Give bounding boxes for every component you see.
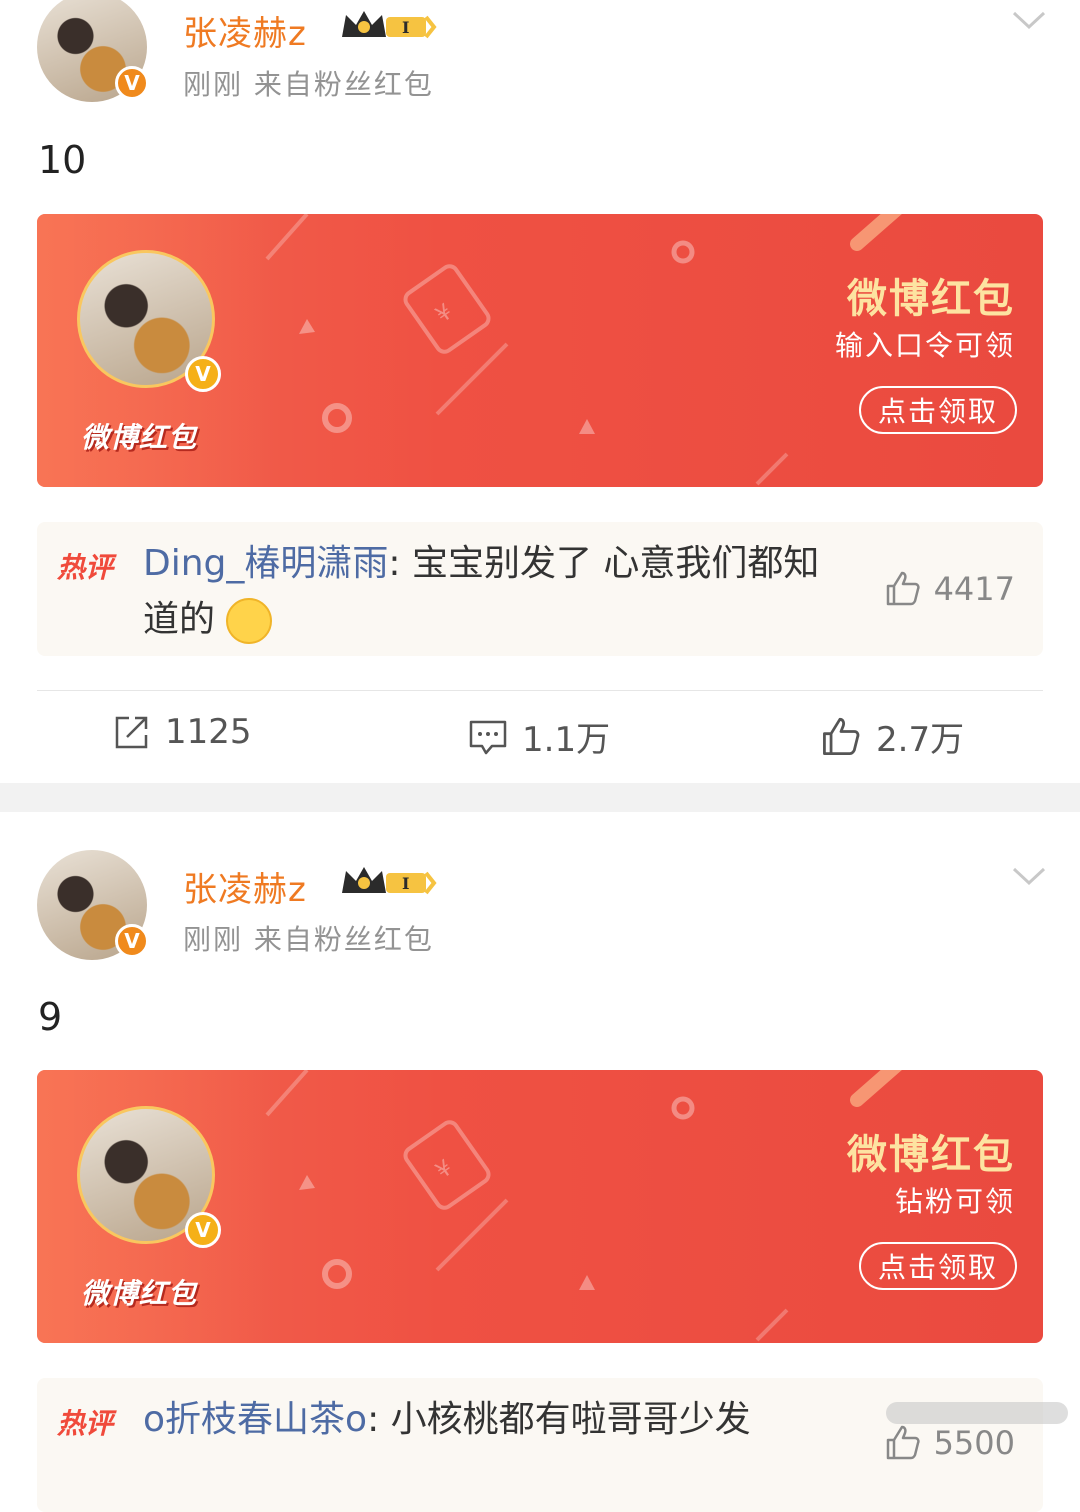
post-text: 9: [38, 995, 63, 1039]
hot-comment-tag: 热评: [57, 1407, 114, 1440]
card-title: 微博红包: [847, 1132, 1015, 1178]
comment-button[interactable]: 1.1万: [468, 712, 610, 761]
post-1: V 张凌赫z I 刚刚 来自粉丝红包 10 ¥ V 微博红包 微博红包 输入口令…: [0, 0, 1080, 783]
chevron-down-icon[interactable]: [1012, 10, 1046, 30]
like-button[interactable]: 2.7万: [820, 712, 964, 761]
thumbs-up-icon: [823, 717, 860, 755]
post-separator: [0, 783, 1080, 812]
thumbs-up-icon: [886, 1425, 920, 1460]
vip-crown-icon: I: [342, 11, 437, 39]
card-logo: 微博红包: [81, 1277, 198, 1310]
verified-badge-icon: V: [115, 66, 149, 100]
claim-button[interactable]: 点击领取: [859, 386, 1017, 434]
post-actions: 1125 1.1万 2.7万: [0, 712, 1080, 762]
comment-sep: :: [388, 543, 412, 584]
chevron-down-icon[interactable]: [1012, 866, 1046, 886]
card-avatar: V: [77, 1106, 221, 1248]
verified-badge-icon: V: [185, 356, 221, 392]
card-subtitle: 输入口令可领: [834, 329, 1015, 362]
svg-text:¥: ¥: [431, 300, 457, 329]
post-meta: 刚刚 来自粉丝红包: [183, 923, 434, 956]
comment-body: 小核桃都有啦哥哥少发: [390, 1399, 751, 1440]
verified-badge-icon: V: [115, 924, 149, 958]
hot-comment[interactable]: 热评 o折枝春山茶o: 小核桃都有啦哥哥少发 5500: [37, 1378, 1043, 1512]
hot-comment-tag: 热评: [57, 551, 114, 584]
scroll-indicator[interactable]: [886, 1402, 1068, 1424]
comment-count: 1.1万: [522, 720, 611, 760]
username[interactable]: 张凌赫z: [183, 6, 307, 55]
vip-crown-icon: I: [342, 867, 437, 895]
repost-button[interactable]: 1125: [113, 712, 252, 752]
hot-comment-text: Ding_椿明潇雨: 宝宝别发了 心意我们都知道的: [143, 536, 843, 648]
verified-badge-icon: V: [185, 1212, 221, 1248]
claim-button[interactable]: 点击领取: [859, 1242, 1017, 1290]
hot-comment-likes[interactable]: 4417: [884, 570, 1015, 608]
like-count: 2.7万: [876, 720, 965, 760]
card-subtitle: 钻粉可领: [894, 1185, 1015, 1218]
red-packet-card[interactable]: ¥ V 微博红包 微博红包 钻粉可领 点击领取: [37, 1070, 1043, 1343]
vip-level-text: I: [402, 874, 409, 893]
repost-icon: [115, 716, 148, 749]
hot-comment-like-count: 4417: [933, 570, 1015, 608]
divider: [37, 690, 1043, 691]
comment-author[interactable]: Ding_椿明潇雨: [143, 543, 388, 584]
card-logo: 微博红包: [81, 421, 198, 454]
repost-count: 1125: [165, 712, 252, 752]
thumbs-up-icon: [886, 571, 920, 606]
comment-icon: [469, 720, 507, 754]
svg-text:¥: ¥: [431, 1156, 457, 1185]
post-meta: 刚刚 来自粉丝红包: [183, 68, 434, 101]
user-avatar[interactable]: V: [37, 850, 149, 960]
crying-emoji-icon: [226, 598, 273, 644]
comment-author[interactable]: o折枝春山茶o: [143, 1399, 367, 1440]
vip-level-text: I: [402, 18, 409, 37]
card-title: 微博红包: [847, 276, 1015, 322]
username[interactable]: 张凌赫z: [183, 862, 307, 911]
post-text: 10: [38, 138, 87, 182]
hot-comment-like-count: 5500: [933, 1424, 1015, 1462]
hot-comment-likes[interactable]: 5500: [884, 1424, 1015, 1462]
comment-sep: :: [367, 1399, 391, 1440]
card-avatar: V: [77, 250, 221, 392]
user-avatar[interactable]: V: [37, 0, 149, 102]
hot-comment[interactable]: 热评 Ding_椿明潇雨: 宝宝别发了 心意我们都知道的 4417: [37, 522, 1043, 656]
red-packet-card[interactable]: ¥ V 微博红包 微博红包 输入口令可领 点击领取: [37, 214, 1043, 487]
